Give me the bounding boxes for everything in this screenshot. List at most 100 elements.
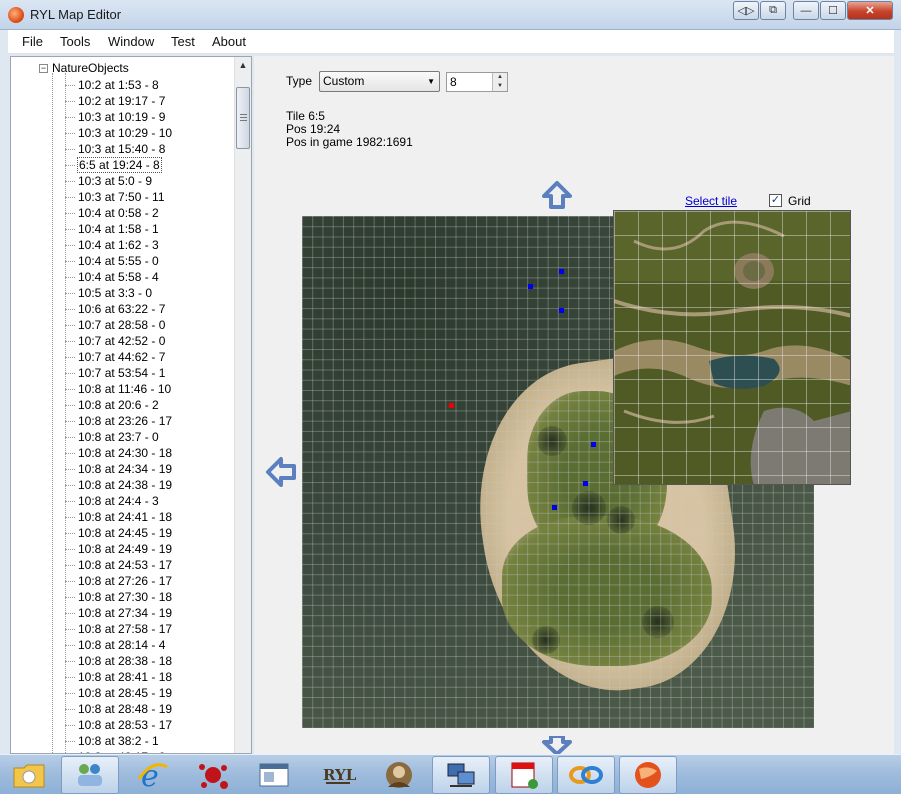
minimize-button[interactable]: — [793, 1, 819, 20]
ryl-editor-app-icon[interactable] [619, 756, 677, 794]
window-switch-button[interactable]: ⧉ [760, 1, 786, 20]
arrow-up-icon[interactable] [541, 180, 573, 210]
object-marker[interactable] [559, 269, 564, 274]
svg-text:RYL: RYL [323, 766, 356, 784]
tree-item[interactable]: 10:8 at 28:41 - 18 [65, 669, 173, 685]
tree-item[interactable]: 10:4 at 1:58 - 1 [65, 221, 160, 237]
ryl-app-icon[interactable]: RYL [309, 756, 367, 794]
tree-item[interactable]: 10:8 at 24:45 - 19 [65, 525, 173, 541]
calendar-app-icon[interactable] [495, 756, 553, 794]
tree-item-label: 10:8 at 24:30 - 18 [78, 446, 173, 460]
tree-item[interactable]: 10:7 at 42:52 - 0 [65, 333, 166, 349]
tree-item[interactable]: 10:7 at 28:58 - 0 [65, 317, 166, 333]
tree-connector [65, 84, 75, 86]
menu-file[interactable]: File [22, 34, 43, 49]
object-marker[interactable] [583, 481, 588, 486]
close-button[interactable]: ✕ [847, 1, 893, 20]
tree-item[interactable]: 10:8 at 24:53 - 17 [65, 557, 173, 573]
tree-item[interactable]: 10:8 at 24:30 - 18 [65, 445, 173, 461]
tree-item[interactable]: 10:8 at 28:14 - 4 [65, 637, 166, 653]
menu-window[interactable]: Window [108, 34, 154, 49]
window-app-icon[interactable] [245, 756, 303, 794]
menu-test[interactable]: Test [171, 34, 195, 49]
tree-item[interactable]: 10:4 at 1:62 - 3 [65, 237, 160, 253]
menu-bar: File Tools Window Test About [8, 30, 894, 54]
object-marker[interactable] [528, 284, 533, 289]
tree-item[interactable]: 10:2 at 19:17 - 7 [65, 93, 166, 109]
stepper-up-icon[interactable]: ▲ [492, 73, 507, 82]
menu-tools[interactable]: Tools [60, 34, 90, 49]
tree-item[interactable]: 10:8 at 27:58 - 17 [65, 621, 173, 637]
stepper-down-icon[interactable]: ▼ [492, 82, 507, 91]
grip-line [240, 117, 247, 118]
tree-item[interactable]: 10:8 at 24:49 - 19 [65, 541, 173, 557]
tree-item[interactable]: 6:5 at 19:24 - 8 [65, 157, 162, 173]
tree-item[interactable]: 10:4 at 0:58 - 2 [65, 205, 160, 221]
tree-root-natureobjects[interactable]: − NatureObjects [39, 61, 129, 75]
tree-item-label: 10:8 at 24:45 - 19 [78, 526, 173, 540]
arrow-down-icon[interactable] [541, 736, 573, 754]
tree-item[interactable]: 10:8 at 24:41 - 18 [65, 509, 173, 525]
grid-checkbox[interactable]: ✓ [769, 194, 782, 207]
tree-item[interactable]: 10:7 at 53:54 - 1 [65, 365, 166, 381]
link-app-icon[interactable] [557, 756, 615, 794]
select-tile-link[interactable]: Select tile [685, 194, 737, 208]
tree-item-label: 10:8 at 11:46 - 10 [78, 382, 172, 396]
object-marker[interactable] [591, 442, 596, 447]
tree-item[interactable]: 10:3 at 15:40 - 8 [65, 141, 166, 157]
tree-item[interactable]: 10:3 at 10:29 - 10 [65, 125, 173, 141]
tree-item[interactable]: 10:8 at 11:46 - 10 [65, 381, 172, 397]
warrior-icon [386, 762, 412, 788]
tree-item[interactable]: 10:8 at 27:30 - 18 [65, 589, 173, 605]
tree-scrollbar[interactable]: ▲ [234, 57, 251, 753]
tree-connector [65, 468, 75, 470]
tree-item[interactable]: 10:4 at 5:55 - 0 [65, 253, 160, 269]
menu-about[interactable]: About [212, 34, 246, 49]
collapse-icon[interactable]: − [39, 63, 48, 73]
tree-item[interactable]: 10:8 at 24:4 - 3 [65, 493, 160, 509]
network-app-icon[interactable] [432, 756, 490, 794]
maximize-button[interactable]: ☐ [820, 1, 846, 20]
grip-line [240, 120, 247, 121]
tree-item[interactable]: 10:8 at 27:26 - 17 [65, 573, 173, 589]
tree-item[interactable]: 10:8 at 38:2 - 1 [65, 733, 160, 749]
tree-item[interactable]: 10:8 at 24:38 - 19 [65, 477, 173, 493]
scroll-up-icon[interactable]: ▲ [235, 57, 251, 74]
tree-item[interactable]: 10:8 at 24:34 - 19 [65, 461, 173, 477]
folder-app-icon[interactable] [0, 756, 58, 794]
tree-connector [65, 436, 75, 438]
tree-item[interactable]: 10:8 at 28:38 - 18 [65, 653, 173, 669]
selected-object-marker[interactable] [449, 403, 454, 408]
object-marker[interactable] [552, 505, 557, 510]
tree-item[interactable]: 10:8 at 23:7 - 0 [65, 429, 160, 445]
tree-connector [65, 340, 75, 342]
warrior-app-icon[interactable] [370, 756, 428, 794]
arrow-left-icon[interactable] [265, 456, 297, 488]
tree-item-label: 10:8 at 28:38 - 18 [78, 654, 173, 668]
object-tree[interactable]: − NatureObjects 10:2 at 1:53 - 8 10:2 at … [10, 56, 252, 754]
scroll-thumb[interactable] [236, 87, 250, 149]
tree-item[interactable]: 10:8 at 28:48 - 19 [65, 701, 173, 717]
users-app-icon[interactable] [61, 756, 119, 794]
tree-item[interactable]: 10:6 at 63:22 - 7 [65, 301, 166, 317]
tree-item[interactable]: 10:8 at 27:34 - 19 [65, 605, 173, 621]
minimap[interactable] [613, 210, 851, 485]
type-dropdown[interactable]: Custom ▼ [319, 71, 440, 92]
object-marker[interactable] [559, 308, 564, 313]
tree-item[interactable]: 10:3 at 5:0 - 9 [65, 173, 153, 189]
tree-item[interactable]: 10:8 at 28:45 - 19 [65, 685, 173, 701]
tree-item[interactable]: 10:3 at 7:50 - 11 [65, 189, 166, 205]
red-splat-app-icon[interactable] [184, 756, 242, 794]
count-stepper[interactable]: 8 ▲ ▼ [446, 72, 508, 92]
tree-item[interactable]: 10:8 at 23:26 - 17 [65, 413, 173, 429]
tree-item[interactable]: 10:5 at 3:3 - 0 [65, 285, 153, 301]
internet-explorer-icon[interactable]: e [124, 756, 182, 794]
tree-connector [65, 244, 75, 246]
tree-item[interactable]: 10:4 at 5:58 - 4 [65, 269, 160, 285]
tree-item[interactable]: 10:8 at 20:6 - 2 [65, 397, 160, 413]
tree-item[interactable]: 10:3 at 10:19 - 9 [65, 109, 166, 125]
tree-item[interactable]: 10:7 at 44:62 - 7 [65, 349, 166, 365]
tree-item[interactable]: 10:8 at 28:53 - 17 [65, 717, 173, 733]
nav-back-forward-button[interactable]: ◁▷ [733, 1, 759, 20]
tree-item[interactable]: 10:2 at 1:53 - 8 [65, 77, 160, 93]
